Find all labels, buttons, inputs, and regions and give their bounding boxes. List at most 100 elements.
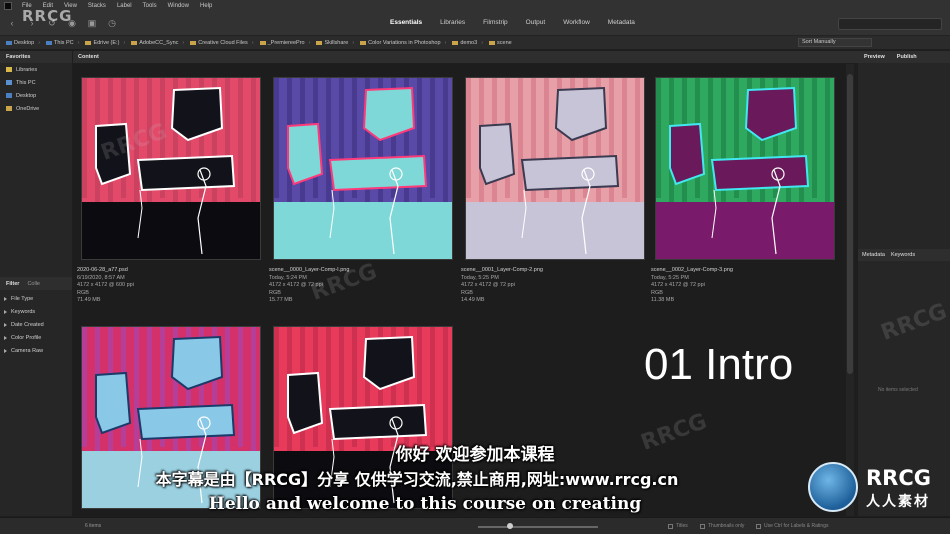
filter-label: Camera Raw	[11, 347, 44, 354]
filter-item[interactable]: Date Created	[0, 318, 72, 331]
thumbnail-metadata: scene__0002_Layer-Comp-3.png Today, 5:25 …	[651, 267, 831, 305]
workspace-metadata[interactable]: Metadata	[606, 18, 637, 27]
breadcrumb-item[interactable]: Color Variations in Photoshop ›	[360, 40, 446, 46]
breadcrumb-label: This PC	[54, 39, 74, 46]
filter-item[interactable]: Camera Raw	[0, 344, 72, 357]
art-stroke	[238, 78, 243, 198]
art-stroke	[326, 327, 331, 455]
workspace-output[interactable]: Output	[524, 18, 548, 27]
tab-preview[interactable]: Preview	[864, 54, 885, 60]
scroll-thumb[interactable]	[847, 74, 853, 374]
thumbnail-size-slider[interactable]	[478, 523, 598, 529]
thumbnail[interactable]	[273, 77, 453, 260]
thumbnail-name[interactable]: scene__0001_Layer-Comp-2.png	[461, 267, 641, 275]
thumbnail[interactable]	[81, 77, 261, 260]
desktop-icon	[6, 93, 12, 98]
breadcrumb-item[interactable]: demo3 ›	[452, 40, 483, 46]
art-stroke	[82, 327, 87, 447]
breadcrumb-label: demo3	[460, 39, 478, 46]
logo-emblem-icon	[808, 462, 858, 512]
breadcrumb-label: _PremiereePro	[267, 39, 305, 46]
tab-content[interactable]: Content	[78, 54, 99, 60]
status-option-label: Use Ctrl for Labels & Ratings	[764, 523, 829, 529]
art-floor	[656, 202, 834, 259]
breadcrumb-item[interactable]: Skillshare ›	[316, 40, 354, 46]
folder-icon	[131, 40, 138, 45]
art-stroke	[531, 78, 536, 214]
thumbnail[interactable]	[655, 77, 835, 260]
workspace-essentials[interactable]: Essentials	[388, 18, 424, 27]
breadcrumb-item[interactable]: _PremiereePro ›	[259, 39, 310, 46]
art-stroke	[339, 78, 344, 214]
breadcrumb-item[interactable]: This PC ›	[46, 40, 79, 46]
favorite-item[interactable]: Libraries	[0, 63, 72, 76]
art-block-middle	[520, 154, 620, 192]
menu-tools[interactable]: Tools	[143, 3, 157, 9]
menu-help[interactable]: Help	[200, 3, 212, 9]
triangle-right-icon	[4, 296, 7, 301]
thumbnail-mode: RGB	[651, 289, 663, 296]
breadcrumb-item[interactable]: scene	[489, 40, 512, 46]
filter-panel-header: Filter Colle	[0, 277, 72, 290]
tab-keywords[interactable]: Keywords	[891, 252, 915, 258]
thumbnail-name[interactable]: scene__0002_Layer-Comp-3.png	[651, 267, 831, 275]
status-option-label: Titles	[676, 523, 688, 529]
open-recent-icon[interactable]: ◷	[106, 18, 118, 29]
checkbox[interactable]	[668, 523, 673, 529]
breadcrumb-label: Skillshare	[324, 39, 349, 46]
breadcrumb-item[interactable]: AdobeCC_Sync ›	[131, 40, 184, 46]
status-option[interactable]: Thumbnails only	[700, 523, 744, 529]
thumbnail-name[interactable]: 2020-06-28_a77.psd	[77, 267, 257, 275]
art-block-middle	[136, 403, 236, 441]
workspace-libraries[interactable]: Libraries	[438, 18, 467, 27]
breadcrumb-label: AdobeCC_Sync	[139, 39, 179, 46]
breadcrumb-item[interactable]: Edrive (E:) ›	[85, 40, 125, 46]
chevron-right-icon: ›	[38, 39, 41, 46]
workspace-filmstrip[interactable]: Filmstrip	[481, 18, 510, 27]
art-stroke	[238, 327, 243, 447]
favorite-item[interactable]: OneDrive	[0, 102, 72, 115]
sort-dropdown[interactable]: Sort Manually	[798, 38, 872, 47]
art-stroke	[326, 78, 331, 206]
checkbox[interactable]	[756, 523, 761, 529]
filter-label: Color Profile	[11, 334, 42, 341]
tab-collections[interactable]: Colle	[27, 281, 40, 287]
art-stroke	[274, 78, 279, 198]
menu-label[interactable]: Label	[117, 3, 132, 9]
art-stroke	[799, 78, 804, 214]
folder-icon	[46, 40, 53, 45]
status-option[interactable]: Titles	[668, 523, 688, 529]
logo-text: RRCG	[866, 466, 931, 490]
tab-favorites[interactable]: Favorites	[0, 51, 72, 63]
folder-icon	[6, 106, 12, 111]
art-block-left	[287, 371, 324, 435]
back-icon[interactable]: ‹	[6, 18, 18, 29]
workspace-workflow[interactable]: Workflow	[561, 18, 592, 27]
refine-icon[interactable]: ▣	[86, 18, 98, 29]
tab-publish[interactable]: Publish	[897, 54, 917, 60]
breadcrumb-item[interactable]: Creative Cloud Files ›	[190, 40, 254, 46]
breadcrumb-item[interactable]: Desktop ›	[6, 40, 40, 46]
art-stroke	[825, 78, 830, 206]
art-stroke	[721, 78, 726, 214]
folder-icon	[489, 40, 496, 45]
search-input[interactable]	[838, 18, 942, 30]
menu-window[interactable]: Window	[168, 3, 189, 9]
filter-item[interactable]: Keywords	[0, 305, 72, 318]
menu-stacks[interactable]: Stacks	[88, 3, 106, 9]
filter-item[interactable]: File Type	[0, 292, 72, 305]
tab-metadata[interactable]: Metadata	[862, 252, 885, 258]
art-block-middle	[710, 154, 810, 192]
thumbnail[interactable]	[465, 77, 645, 260]
status-option[interactable]: Use Ctrl for Labels & Ratings	[756, 523, 828, 529]
intro-title: 01 Intro	[644, 340, 794, 389]
slider-knob[interactable]	[506, 523, 513, 529]
checkbox[interactable]	[700, 523, 705, 529]
tab-filter[interactable]: Filter	[6, 281, 19, 287]
favorite-item[interactable]: This PC	[0, 76, 72, 89]
chevron-right-icon: ›	[77, 39, 80, 46]
filter-item[interactable]: Color Profile	[0, 331, 72, 344]
favorite-item[interactable]: Desktop	[0, 89, 72, 102]
app-icon[interactable]	[4, 2, 12, 10]
rrcg-logo: RRCG 人人素材	[806, 462, 946, 518]
